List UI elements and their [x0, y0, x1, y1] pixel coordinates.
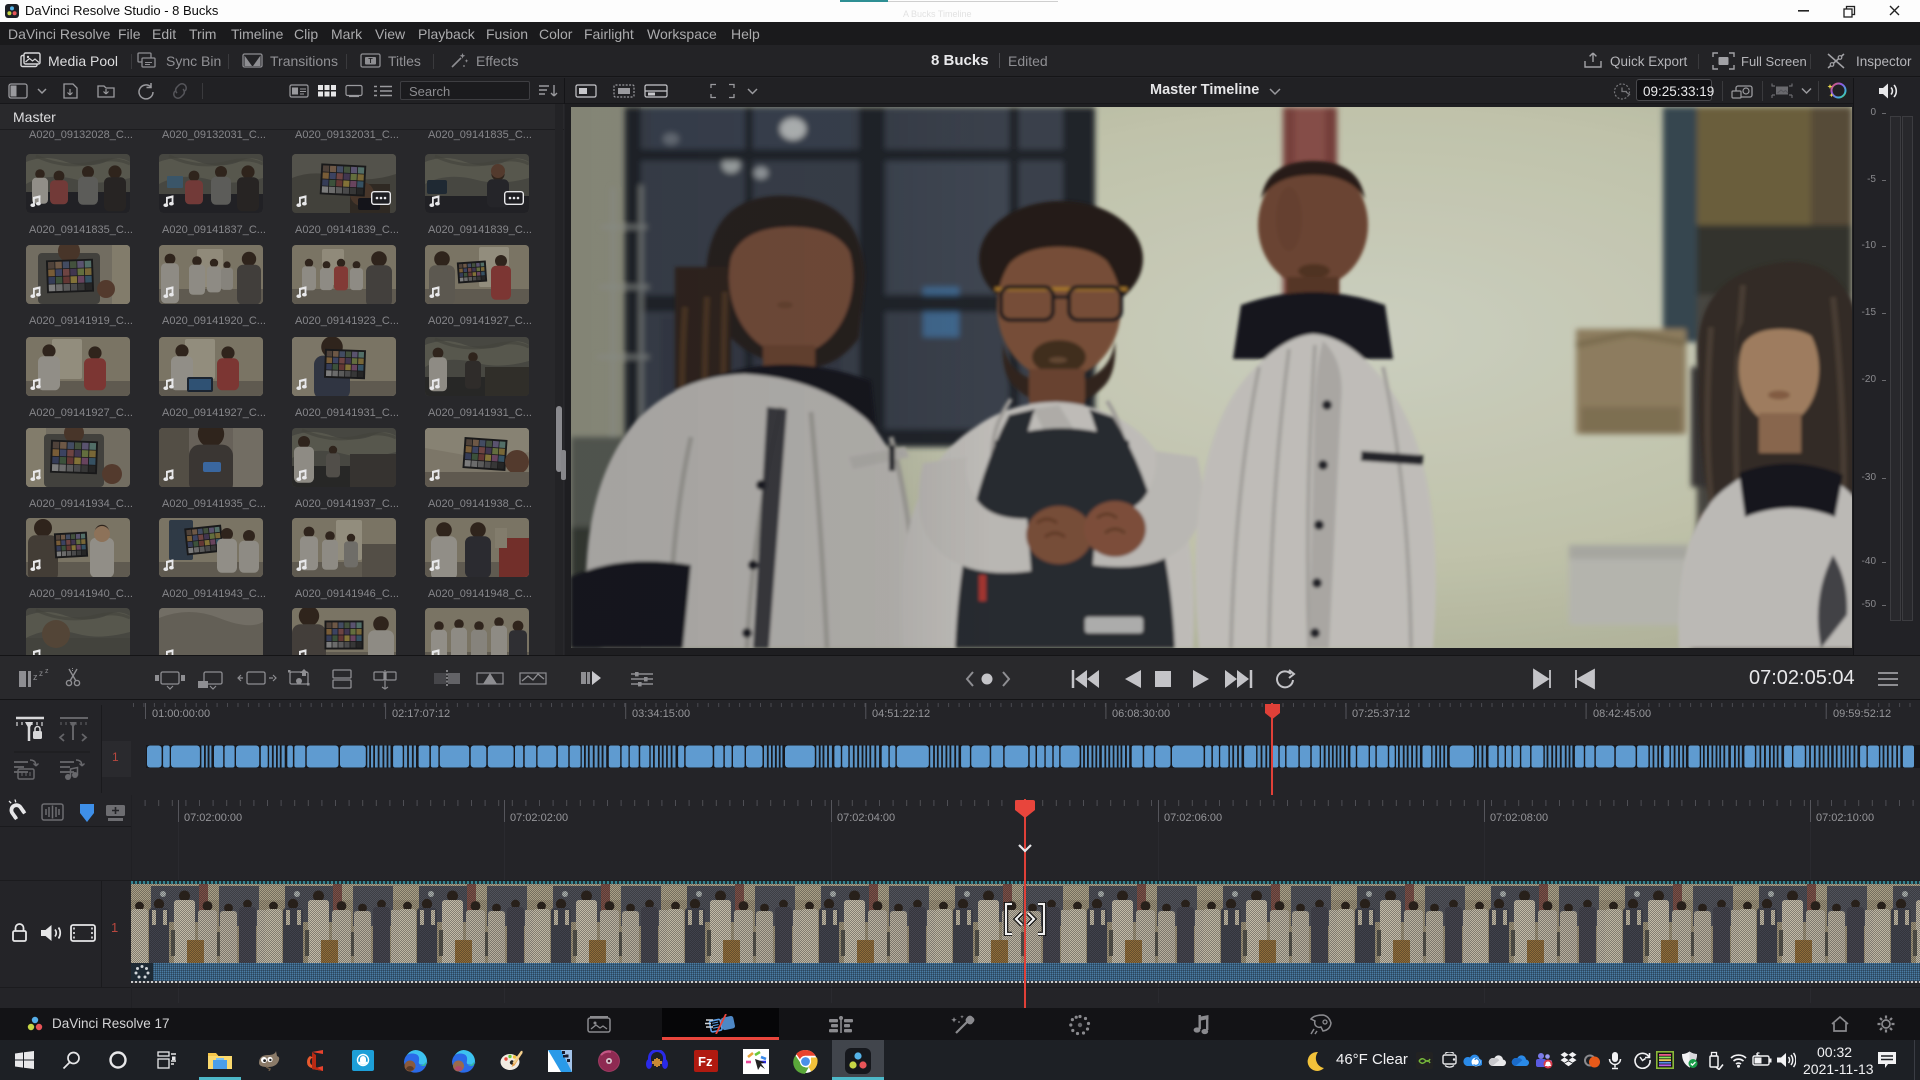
svg-text:z: z [33, 672, 38, 682]
svg-text:Fz: Fz [698, 1054, 713, 1069]
svg-text:T: T [368, 58, 373, 65]
svg-text:z: z [39, 669, 43, 678]
svg-text:z: z [45, 668, 49, 675]
